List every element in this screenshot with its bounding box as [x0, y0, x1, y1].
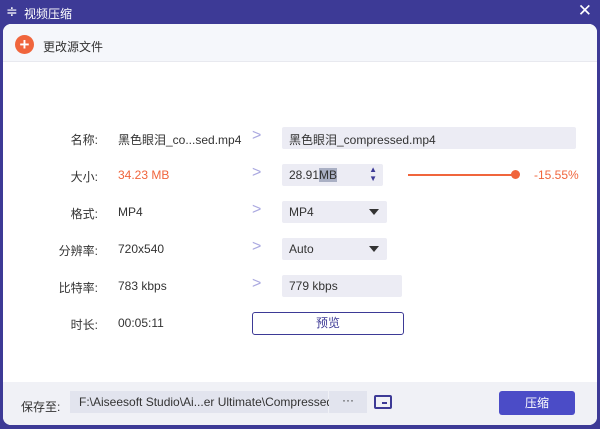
size-label: 大小:	[70, 170, 98, 184]
footer: 保存至: F:\Aiseesoft Studio\Ai...er Ultimat…	[3, 382, 597, 425]
open-folder-icon[interactable]	[374, 395, 392, 409]
resolution-label: 分辨率:	[58, 244, 98, 258]
title-bar: ≑ 视频压缩 ✕	[0, 0, 600, 24]
bitrate-label: 比特率:	[58, 281, 98, 295]
change-source-button[interactable]: 更改源文件	[43, 38, 103, 55]
name-row: 名称: 黑色眼泪_co...sed.mp4 > 黑色眼泪_compressed.…	[3, 127, 597, 149]
slider-handle[interactable]	[511, 170, 520, 179]
source-resolution: 720x540	[118, 242, 165, 256]
header: + 更改源文件	[3, 24, 597, 62]
bitrate-field: 779 kbps	[282, 275, 402, 297]
window-title: 视频压缩	[24, 7, 73, 21]
size-percent: -15.55%	[534, 168, 579, 182]
compress-icon: ≑	[6, 3, 18, 19]
source-duration: 00:05:11	[118, 316, 164, 330]
size-stepper[interactable]: 28.91MB ▲ ▼	[282, 164, 383, 186]
format-label: 格式:	[70, 207, 98, 221]
source-name: 黑色眼泪_co...sed.mp4	[118, 133, 242, 147]
output-name-input[interactable]: 黑色眼泪_compressed.mp4	[282, 127, 576, 149]
close-icon[interactable]: ✕	[578, 1, 592, 21]
size-value: 28.91	[289, 168, 320, 182]
preview-button[interactable]: 预览	[252, 312, 404, 335]
chevron-right-icon: >	[252, 164, 262, 181]
source-format: MP4	[118, 205, 143, 219]
compress-button[interactable]: 压缩	[499, 391, 575, 415]
source-size: 34.23 MB	[118, 168, 170, 182]
save-path-field[interactable]: F:\Aiseesoft Studio\Ai...er Ultimate\Com…	[70, 391, 333, 413]
chevron-right-icon: >	[252, 127, 262, 144]
duration-row: 时长: 00:05:11 预览	[3, 312, 597, 335]
size-unit: MB	[319, 168, 338, 182]
size-row: 大小: 34.23 MB > 28.91MB ▲ ▼ -15.55%	[3, 164, 597, 186]
resolution-row: 分辨率: 720x540 > Auto	[3, 238, 597, 260]
chevron-right-icon: >	[252, 238, 262, 255]
save-to-label: 保存至:	[21, 400, 61, 414]
dialog-panel: + 更改源文件 名称: 黑色眼泪_co...sed.mp4 > 黑色眼泪_com…	[3, 24, 597, 425]
spinner-arrows-icon[interactable]: ▲ ▼	[369, 165, 377, 183]
chevron-right-icon: >	[252, 275, 262, 292]
format-row: 格式: MP4 > MP4	[3, 201, 597, 223]
resolution-select[interactable]: Auto	[282, 238, 387, 260]
source-bitrate: 783 kbps	[118, 279, 167, 293]
size-slider[interactable]	[408, 174, 516, 176]
bitrate-row: 比特率: 783 kbps > 779 kbps	[3, 275, 597, 297]
browse-button[interactable]: ···	[329, 391, 367, 413]
add-source-icon[interactable]: +	[15, 35, 34, 54]
chevron-right-icon: >	[252, 201, 262, 218]
format-select[interactable]: MP4	[282, 201, 387, 223]
name-label: 名称:	[70, 133, 98, 147]
duration-label: 时长:	[70, 318, 98, 332]
